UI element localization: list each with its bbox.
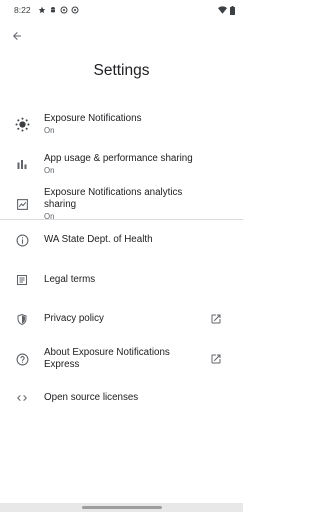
status-bar: 8:22 xyxy=(0,0,243,20)
star-icon xyxy=(38,6,46,14)
setting-status: On xyxy=(44,165,55,175)
back-button[interactable] xyxy=(6,26,28,46)
link-privacy-policy[interactable]: Privacy policy xyxy=(0,309,243,329)
document-icon xyxy=(14,272,30,288)
link-about-exposure-notifications[interactable]: About Exposure Notifications Express xyxy=(0,346,243,372)
analytics-chart-icon xyxy=(14,196,30,212)
setting-app-usage-sharing[interactable]: App usage & performance sharing On xyxy=(0,148,243,180)
link-label: Privacy policy xyxy=(44,313,104,324)
open-in-new-icon xyxy=(209,352,223,366)
battery-icon xyxy=(230,5,235,15)
setting-label: App usage & performance sharing xyxy=(44,152,193,164)
setting-analytics-sharing[interactable]: Exposure Notifications analytics sharing… xyxy=(0,186,243,221)
at-sign-icon xyxy=(71,6,79,14)
page-title: Settings xyxy=(93,62,150,79)
at-sign-icon xyxy=(60,6,68,14)
setting-exposure-notifications[interactable]: Exposure Notifications On xyxy=(0,108,243,140)
link-label: About Exposure Notifications Express xyxy=(44,347,170,370)
link-label: Open source licenses xyxy=(44,392,139,403)
setting-label: Exposure Notifications xyxy=(44,112,142,124)
section-divider xyxy=(0,219,243,220)
exposure-notifications-icon xyxy=(14,116,30,132)
setting-status: On xyxy=(44,125,55,135)
wifi-icon xyxy=(218,6,227,14)
link-open-source-licenses[interactable]: Open source licenses xyxy=(0,388,243,408)
bar-chart-icon xyxy=(14,156,30,172)
setting-label: Exposure Notifications analytics sharing xyxy=(44,186,183,210)
status-time: 8:22 xyxy=(14,5,31,15)
shield-icon xyxy=(14,311,30,327)
setting-status: On xyxy=(44,211,55,221)
code-icon xyxy=(14,390,30,406)
open-in-new-icon xyxy=(209,312,223,326)
link-wa-state-health[interactable]: WA State Dept. of Health xyxy=(0,230,243,250)
status-notification-icons xyxy=(38,6,79,14)
link-label: Legal terms xyxy=(44,274,96,285)
arrow-back-icon xyxy=(11,30,23,42)
navigation-bar xyxy=(0,503,243,512)
gesture-handle[interactable] xyxy=(82,506,162,509)
help-icon xyxy=(14,351,30,367)
info-icon xyxy=(14,232,30,248)
android-icon xyxy=(49,6,57,14)
status-system-icons xyxy=(218,5,235,15)
link-legal-terms[interactable]: Legal terms xyxy=(0,270,243,290)
link-label: WA State Dept. of Health xyxy=(44,234,153,245)
